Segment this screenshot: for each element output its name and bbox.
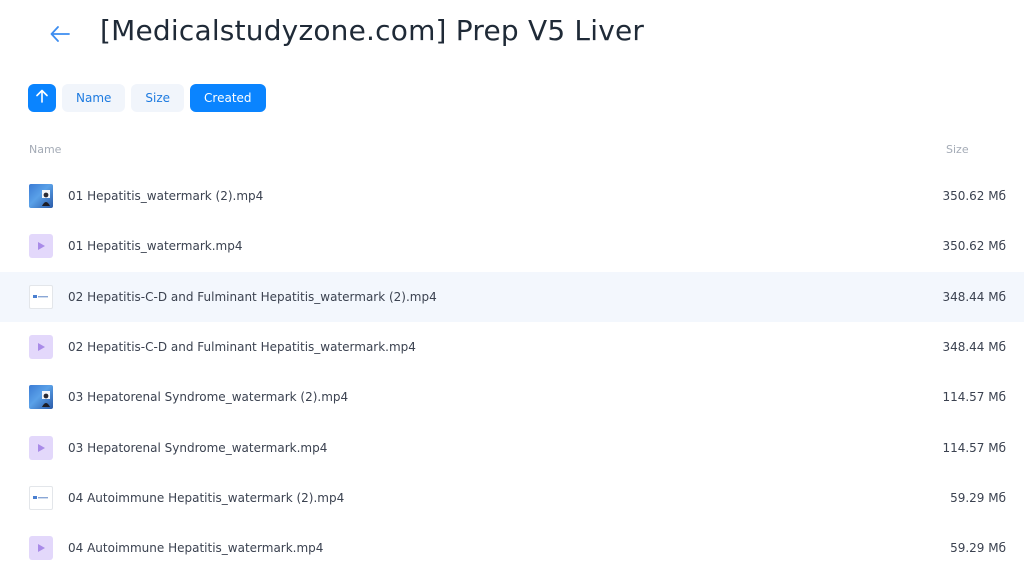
sort-name-button[interactable]: Name	[62, 84, 126, 112]
file-size: 350.62 Мб	[942, 189, 1006, 204]
file-size: 114.57 Мб	[942, 390, 1006, 405]
slide-thumbnail-image	[29, 284, 53, 309]
column-header-name[interactable]: Name	[29, 143, 61, 156]
file-size: 348.44 Мб	[942, 289, 1006, 304]
file-name: 02 Hepatitis-C-D and Fulminant Hepatitis…	[68, 340, 416, 355]
slide-thumbnail-image	[29, 485, 53, 510]
file-name: 01 Hepatitis_watermark.mp4	[68, 239, 243, 254]
file-row[interactable]: 04 Autoimmune Hepatitis_watermark.mp4 59.…	[0, 523, 1024, 573]
video-file-icon	[29, 335, 53, 360]
video-thumbnail-image	[29, 184, 53, 209]
arrow-up-icon	[36, 89, 48, 108]
file-size: 59.29 Мб	[950, 490, 1006, 505]
video-file-icon	[29, 435, 53, 460]
file-row[interactable]: 03 Hepatorenal Syndrome_watermark.mp4 114…	[0, 422, 1024, 472]
back-button[interactable]	[44, 22, 76, 50]
file-size: 348.44 Мб	[942, 340, 1006, 355]
video-file-icon	[29, 234, 53, 259]
file-name: 02 Hepatitis-C-D and Fulminant Hepatitis…	[68, 289, 437, 304]
file-name: 01 Hepatitis_watermark (2).mp4	[68, 189, 264, 204]
file-size: 114.57 Мб	[942, 440, 1006, 455]
sort-direction-button[interactable]	[28, 84, 56, 112]
file-list: 01 Hepatitis_watermark (2).mp4 350.62 Мб 0…	[0, 171, 1024, 573]
video-file-icon	[29, 536, 53, 561]
file-name: 04 Autoimmune Hepatitis_watermark.mp4	[68, 541, 324, 556]
sort-toolbar: Name Size Created	[28, 84, 266, 112]
video-thumbnail-image	[29, 385, 53, 410]
file-row[interactable]: 01 Hepatitis_watermark (2).mp4 350.62 Мб	[0, 171, 1024, 221]
file-row[interactable]: 04 Autoimmune Hepatitis_watermark (2).mp…	[0, 473, 1024, 523]
file-name: 03 Hepatorenal Syndrome_watermark (2).mp…	[68, 390, 349, 405]
file-row[interactable]: 02 Hepatitis-C-D and Fulminant Hepatitis…	[0, 271, 1024, 322]
arrow-left-icon	[50, 25, 70, 47]
file-size: 59.29 Мб	[950, 541, 1006, 556]
sort-size-button[interactable]: Size	[131, 84, 185, 112]
file-size: 350.62 Мб	[942, 239, 1006, 254]
file-row[interactable]: 01 Hepatitis_watermark.mp4 350.62 Мб	[0, 221, 1024, 271]
file-name: 04 Autoimmune Hepatitis_watermark (2).mp…	[68, 490, 345, 505]
file-row[interactable]: 03 Hepatorenal Syndrome_watermark (2).mp…	[0, 372, 1024, 422]
file-name: 03 Hepatorenal Syndrome_watermark.mp4	[68, 440, 328, 455]
page-title: [Medicalstudyzone.com] Prep V5 Liver	[100, 14, 645, 47]
sort-created-button[interactable]: Created	[190, 84, 266, 112]
file-row[interactable]: 02 Hepatitis-C-D and Fulminant Hepatitis…	[0, 322, 1024, 372]
column-header-size[interactable]: Size	[946, 143, 969, 156]
